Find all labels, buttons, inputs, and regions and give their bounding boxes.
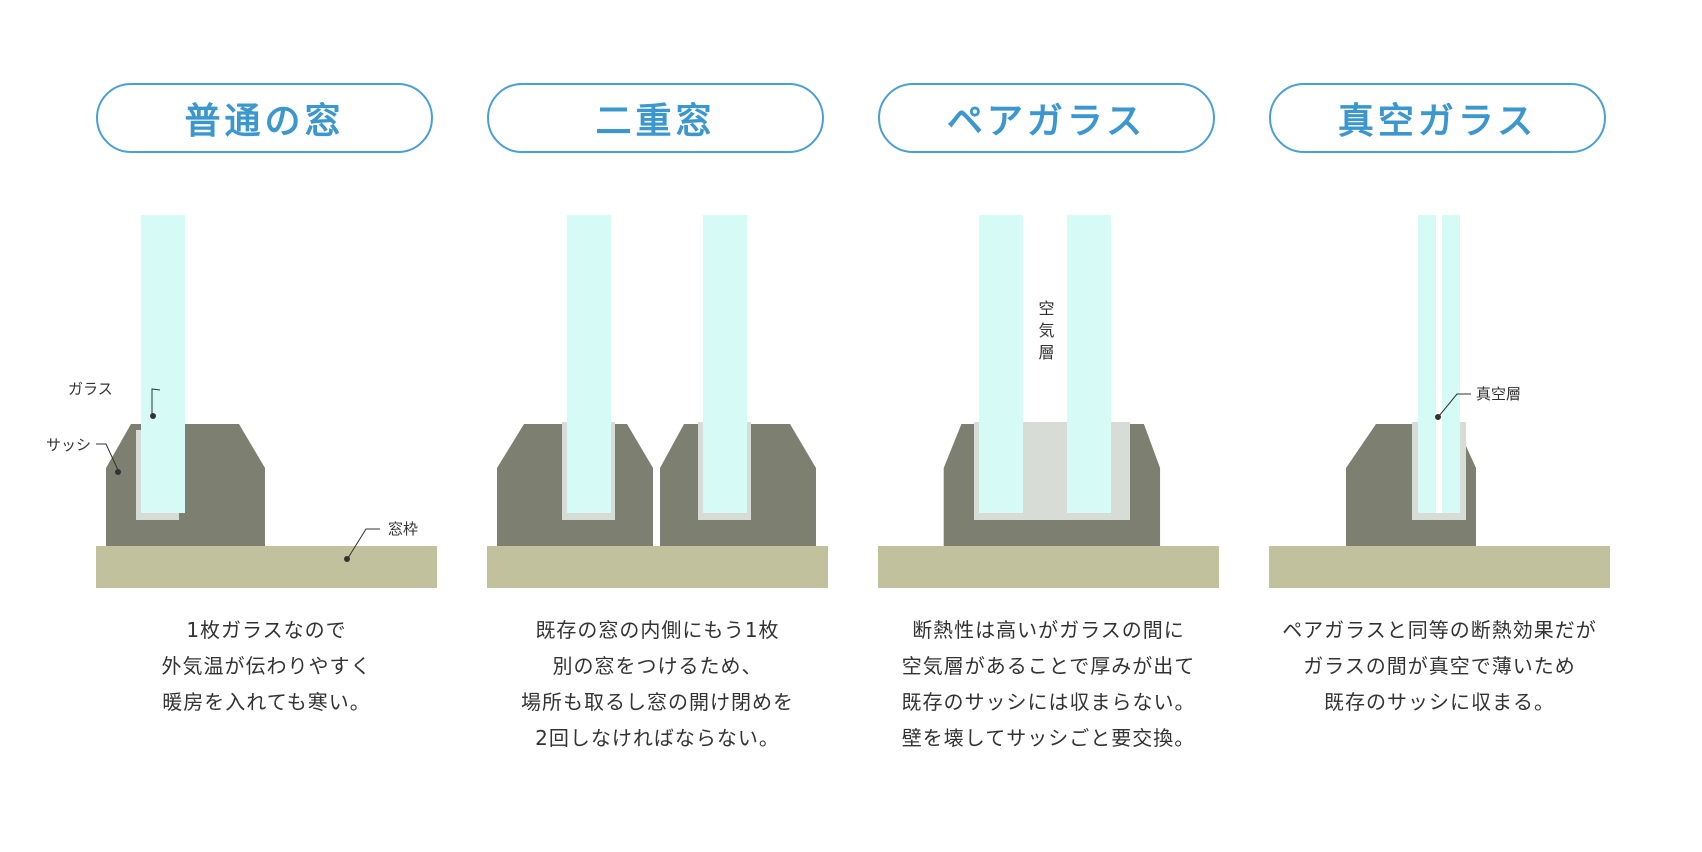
panel-caption: ペアガラスと同等の断熱効果だが ガラスの間が真空で薄いため 既存のサッシに収まる… xyxy=(1249,612,1630,720)
panel-vacuum-glass: 真空ガラス 真空層 ペアガラスと同等の断熱効果だが ガラスの間が真空で薄いため … xyxy=(1269,0,1610,852)
panel-caption: 1枚ガラスなので 外気温が伝わりやすく 暖房を入れても寒い。 xyxy=(76,612,457,720)
panel-single-glass: 普通の窓 ガラス サッシ 窓枠 1枚ガラスなので 外気温が伝わりやすく 暖房を入… xyxy=(46,0,437,852)
vacuum-leader-dot xyxy=(1435,414,1441,420)
glass-pane-left xyxy=(1418,215,1436,513)
caption-line: 断熱性は高いがガラスの間に xyxy=(912,618,1185,642)
panel-title: ペアガラス xyxy=(878,83,1215,153)
caption-line: ペアガラスと同等の断熱効果だが xyxy=(1282,618,1597,642)
sash xyxy=(106,424,265,546)
pair-glass-diagram: 空気層 xyxy=(878,215,1219,588)
caption-line: 壁を壊してサッシごと要交換。 xyxy=(901,726,1196,750)
glass-pane-left xyxy=(567,215,611,513)
window-frame xyxy=(878,546,1219,588)
panel-caption: 断熱性は高いがガラスの間に 空気層があることで厚みが出て 既存のサッシには収まら… xyxy=(858,612,1239,756)
caption-line: 暖房を入れても寒い。 xyxy=(162,690,371,714)
glass-pane-left xyxy=(979,215,1023,513)
window-frame xyxy=(487,546,828,588)
vacuum-gap xyxy=(1436,215,1442,513)
glass-pane xyxy=(141,215,185,513)
caption-line: ガラスの間が真空で薄いため xyxy=(1303,654,1576,678)
window-frame xyxy=(1269,546,1610,588)
panel-title: 二重窓 xyxy=(487,83,824,153)
glass-pane-right xyxy=(1067,215,1111,513)
single-glass-diagram: ガラス サッシ 窓枠 xyxy=(46,215,437,588)
air-layer-label: 空気層 xyxy=(1036,300,1055,366)
caption-line: 1枚ガラスなので xyxy=(186,618,347,642)
panel-title: 真空ガラス xyxy=(1269,83,1606,153)
caption-line: 既存の窓の内側にもう1枚 xyxy=(535,618,780,642)
caption-line: 場所も取るし窓の開け閉めを xyxy=(521,690,794,714)
caption-line: 既存のサッシには収まらない。 xyxy=(901,690,1196,714)
glass-pane-right xyxy=(1442,215,1460,513)
caption-line: 空気層があることで厚みが出て xyxy=(901,654,1196,678)
sash-leader-dot xyxy=(115,469,121,475)
vacuum-glass-diagram: 真空層 xyxy=(1269,215,1610,588)
frame-label: 窓枠 xyxy=(388,520,418,538)
vacuum-layer-label: 真空層 xyxy=(1476,385,1521,403)
caption-line: 別の窓をつけるため、 xyxy=(552,654,763,678)
panel-caption: 既存の窓の内側にもう1枚 別の窓をつけるため、 場所も取るし窓の開け閉めを 2回… xyxy=(467,612,848,756)
sash-label: サッシ xyxy=(46,436,91,454)
panel-pair-glass: ペアガラス 空気層 断熱性は高いがガラスの間に 空気層があることで厚みが出て 既… xyxy=(878,0,1219,852)
panel-double-window: 二重窓 既存の窓の内側にもう1枚 別の窓をつけるため、 場所も取るし窓の開け閉め… xyxy=(487,0,828,852)
caption-line: 2回しなければならない。 xyxy=(535,726,780,750)
caption-line: 既存のサッシに収まる。 xyxy=(1324,690,1555,714)
double-window-diagram xyxy=(487,215,828,588)
window-frame xyxy=(96,546,437,588)
frame-leader-dot xyxy=(344,556,350,562)
glass-label: ガラス xyxy=(68,380,113,398)
panel-title: 普通の窓 xyxy=(96,83,433,153)
caption-line: 外気温が伝わりやすく xyxy=(161,654,372,678)
glass-pane-right xyxy=(703,215,747,513)
glass-leader-dot xyxy=(150,413,156,419)
